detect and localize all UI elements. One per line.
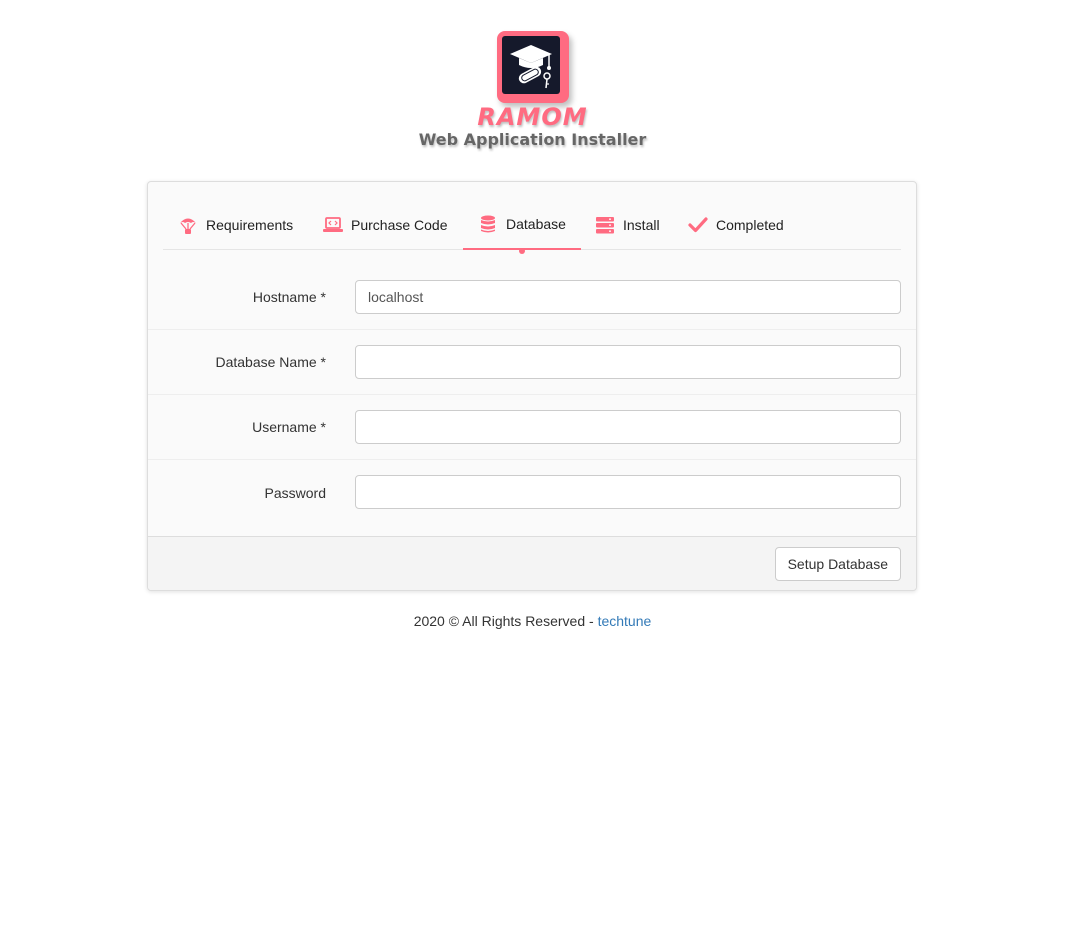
form-row-username: Username * [148,395,916,460]
hostname-label: Hostname * [252,289,326,305]
setup-database-button[interactable]: Setup Database [774,547,901,581]
tab-database[interactable]: Database [463,200,581,254]
card-footer: Setup Database [148,536,916,590]
installer-card: Requirements Purchase Code Database Inst… [147,181,917,591]
form-row-database-name: Database Name * [148,330,916,395]
tab-requirements[interactable]: Requirements [178,200,293,250]
username-label: Username * [252,419,326,435]
check-icon [688,215,708,235]
tab-completed[interactable]: Completed [688,200,784,250]
tab-label: Requirements [206,217,294,233]
password-input[interactable] [355,475,901,509]
copyright-text: 2020 © All Rights Reserved - [413,613,598,629]
database-name-label: Database Name * [215,354,326,370]
hostname-input[interactable] [355,280,901,314]
form-row-password: Password [148,460,916,525]
logo [497,31,569,103]
form-row-hostname: Hostname * [148,265,916,330]
tab-purchase-code[interactable]: Purchase Code [323,200,448,250]
tab-label: Completed [716,217,784,233]
graduation-cap-icon [502,36,560,94]
techtune-link[interactable]: techtune [598,613,652,629]
wizard-tabs: Requirements Purchase Code Database Inst… [163,200,901,254]
database-icon [478,214,498,234]
server-icon [595,215,615,235]
username-input[interactable] [355,410,901,444]
tab-label: Purchase Code [351,217,448,233]
tab-label: Install [623,217,660,233]
tab-install[interactable]: Install [595,200,660,250]
password-label: Password [264,484,326,501]
laptop-code-icon [323,215,343,235]
brand-name: RAMOM [477,103,588,131]
database-name-input[interactable] [355,345,901,379]
page-footer: 2020 © All Rights Reserved - techtune [0,613,1065,629]
brand-subtitle: Web Application Installer [418,130,647,149]
tab-label: Database [506,216,566,232]
parachute-icon [178,215,198,235]
